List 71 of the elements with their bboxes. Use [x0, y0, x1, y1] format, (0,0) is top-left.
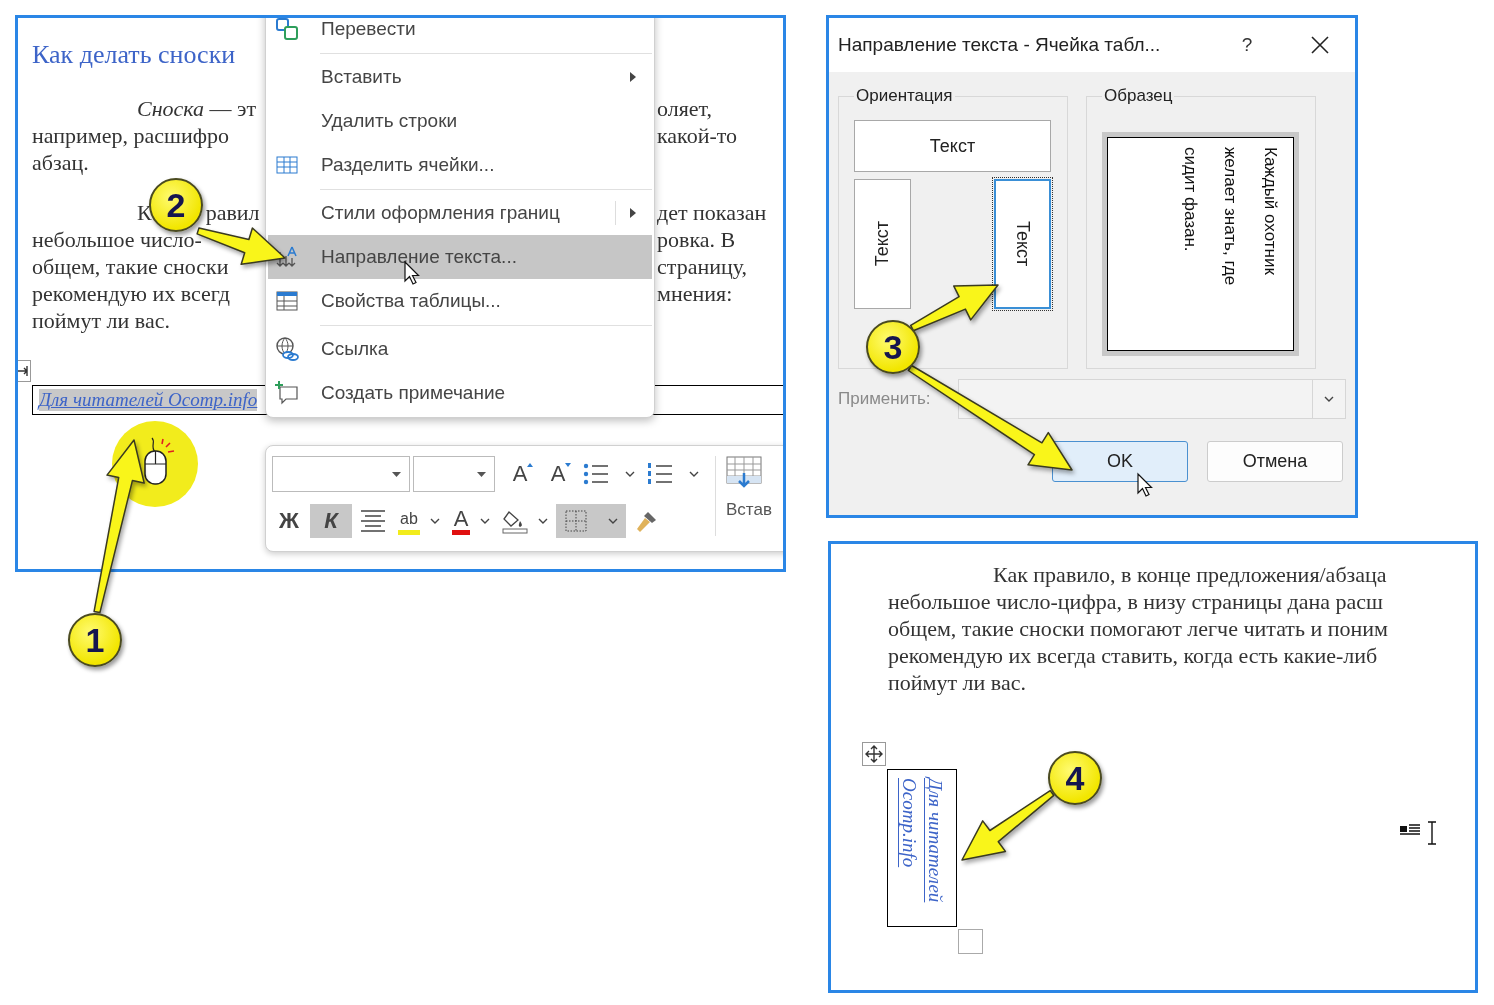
- menu-item[interactable]: Разделить ячейки...: [268, 143, 652, 187]
- menu-item[interactable]: Перевести: [268, 18, 652, 51]
- document-heading: Как делать сноски: [32, 39, 237, 71]
- footnote-link[interactable]: Для читателей Ocomp.info: [896, 778, 948, 918]
- body-text: поймут ли вас.: [32, 307, 170, 334]
- font-color-button[interactable]: A: [447, 504, 495, 538]
- globe-link-icon: [275, 337, 299, 361]
- menu-item[interactable]: Создать примечание: [268, 371, 652, 415]
- body-text: Сноска — эт: [137, 95, 257, 122]
- step-number: 1: [68, 613, 122, 667]
- body-text: абзац.: [32, 149, 89, 176]
- body-text: страницу,: [657, 253, 749, 280]
- move-handle-icon: [862, 742, 886, 766]
- body-text: какой-то: [657, 122, 739, 149]
- up-triangle-icon: [525, 463, 534, 468]
- body-text: оляет,: [657, 95, 714, 122]
- body-text: небольшое число-цифра, в низу страницы дана расш: [888, 588, 1385, 615]
- orientation-option[interactable]: Текст: [854, 179, 911, 309]
- group-label: Образец: [1103, 86, 1174, 106]
- font-size-field[interactable]: [413, 456, 495, 492]
- body-text: общем, такие сноски: [32, 253, 229, 280]
- add-comment-icon: [275, 381, 299, 405]
- body-text: общем, такие сноски помогают легче читать и поним: [888, 615, 1389, 642]
- resize-handle-icon: [958, 929, 983, 954]
- menu-item[interactable]: Направление текста...: [268, 235, 652, 279]
- chevron-icon: [1324, 395, 1334, 403]
- close-icon: [1311, 36, 1329, 54]
- table-properties-icon: [276, 291, 298, 311]
- body-text: рекомендую их всегд: [32, 280, 230, 307]
- group-label: Ориентация: [855, 86, 954, 106]
- menu-item[interactable]: Вставить: [268, 55, 652, 99]
- body-text: поймут ли вас.: [888, 669, 1027, 696]
- orientation-option[interactable]: Текст: [854, 120, 1051, 172]
- shrink-font-button[interactable]: A: [541, 457, 575, 491]
- body-text: К: [137, 199, 152, 226]
- caret-icon: [477, 471, 486, 477]
- orientation-option[interactable]: Текст: [994, 179, 1051, 309]
- text-direction-icon: [276, 246, 298, 268]
- paragraph-layout-icon: [1400, 824, 1420, 836]
- down-triangle-icon: [563, 463, 572, 468]
- align-icon: [360, 508, 386, 534]
- insert-button[interactable]: Встав: [726, 456, 772, 551]
- cancel-button[interactable]: Отмена: [1207, 441, 1343, 482]
- font-name-field[interactable]: [272, 456, 410, 492]
- italic-button[interactable]: К: [310, 504, 352, 538]
- menu-item[interactable]: Удалить строки: [268, 99, 652, 143]
- menu-item[interactable]: Свойства таблицы...: [268, 279, 652, 323]
- body-text: Как правило, в конце предложения/абзаца: [992, 561, 1388, 588]
- split-cells-icon: [276, 156, 298, 174]
- body-text: например, расшифро: [32, 122, 229, 149]
- mouse-pointer-icon: [1137, 472, 1153, 497]
- highlight-button[interactable]: ab: [394, 504, 444, 538]
- field-label: Применить:: [838, 389, 931, 409]
- window-title: Направление текста - Ячейка табл...: [838, 34, 1161, 56]
- text-cursor-icon: [1427, 821, 1437, 845]
- numbering-icon: [647, 461, 673, 487]
- caret-icon: [392, 471, 401, 477]
- body-text: мнения:: [657, 280, 734, 307]
- body-text: ровка. В: [657, 226, 737, 253]
- body-text: равил: [205, 199, 260, 226]
- insert-table-icon: [726, 456, 762, 488]
- help-button[interactable]: ?: [1227, 33, 1267, 57]
- menu-item[interactable]: Ссылка: [268, 327, 652, 371]
- menu-item[interactable]: Стили оформления границ: [268, 191, 652, 235]
- grow-font-button[interactable]: A: [503, 457, 537, 491]
- bold-button[interactable]: Ж: [272, 504, 306, 538]
- body-text: дет показан: [657, 199, 768, 226]
- table-insert-icon: [18, 360, 31, 382]
- body-text: рекомендую их всегда ставить, когда есть какие-либ: [888, 642, 1379, 669]
- sample-text: Каждый охотник желает знать, где сидит фазан.: [1180, 146, 1281, 288]
- bullets-icon: [583, 461, 609, 487]
